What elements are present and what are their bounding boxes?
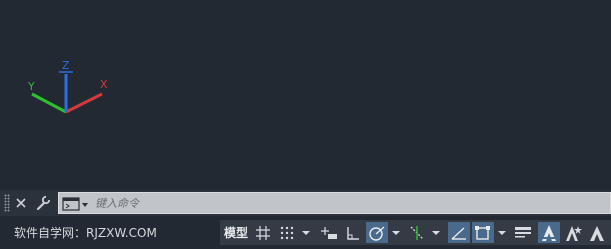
ucs-y-label: Y xyxy=(27,80,35,93)
chevron-down-icon[interactable] xyxy=(390,222,402,243)
command-prompt-icon[interactable] xyxy=(62,196,90,212)
chevron-down-icon[interactable] xyxy=(496,222,508,243)
object-snap-icon[interactable] xyxy=(472,222,494,243)
auto-scale-icon[interactable] xyxy=(586,222,608,243)
ucs-x-axis xyxy=(65,92,103,114)
drawing-canvas[interactable]: Y X Z xyxy=(0,0,611,190)
close-icon[interactable] xyxy=(12,194,30,212)
command-line-grip[interactable] xyxy=(4,194,10,212)
command-line xyxy=(0,190,611,216)
wrench-icon[interactable] xyxy=(34,194,52,212)
grid-display-icon[interactable] xyxy=(252,222,274,243)
chevron-down-icon[interactable] xyxy=(430,222,442,243)
ucs-z-label: Z xyxy=(62,59,70,72)
ucs-x-label: X xyxy=(100,78,108,91)
command-input-container[interactable] xyxy=(58,192,611,214)
dynamic-ucs-icon[interactable] xyxy=(448,222,470,243)
model-space-button[interactable]: 模型 xyxy=(222,222,250,243)
command-input[interactable] xyxy=(93,193,605,213)
infer-constraints-icon[interactable] xyxy=(318,222,340,243)
chevron-down-icon[interactable] xyxy=(300,222,312,243)
ucs-icon: Y X Z xyxy=(27,59,108,114)
annotation-scale-icon[interactable] xyxy=(538,222,560,243)
lineweight-icon[interactable] xyxy=(512,222,534,243)
ucs-y-axis xyxy=(31,92,67,114)
snap-mode-icon[interactable] xyxy=(276,222,298,243)
annotation-visibility-icon[interactable] xyxy=(562,222,584,243)
status-tools: 模型 xyxy=(220,220,611,245)
ortho-mode-icon[interactable] xyxy=(342,222,364,243)
polar-tracking-icon[interactable] xyxy=(366,222,388,243)
object-snap-tracking-icon[interactable] xyxy=(406,222,428,243)
autocad-window: Y X Z 软件自学网： xyxy=(0,0,611,249)
watermark-text: 软件自学网：RJZXW.COM xyxy=(14,226,157,240)
status-bar: 软件自学网：RJZXW.COM 模型 xyxy=(0,216,611,249)
